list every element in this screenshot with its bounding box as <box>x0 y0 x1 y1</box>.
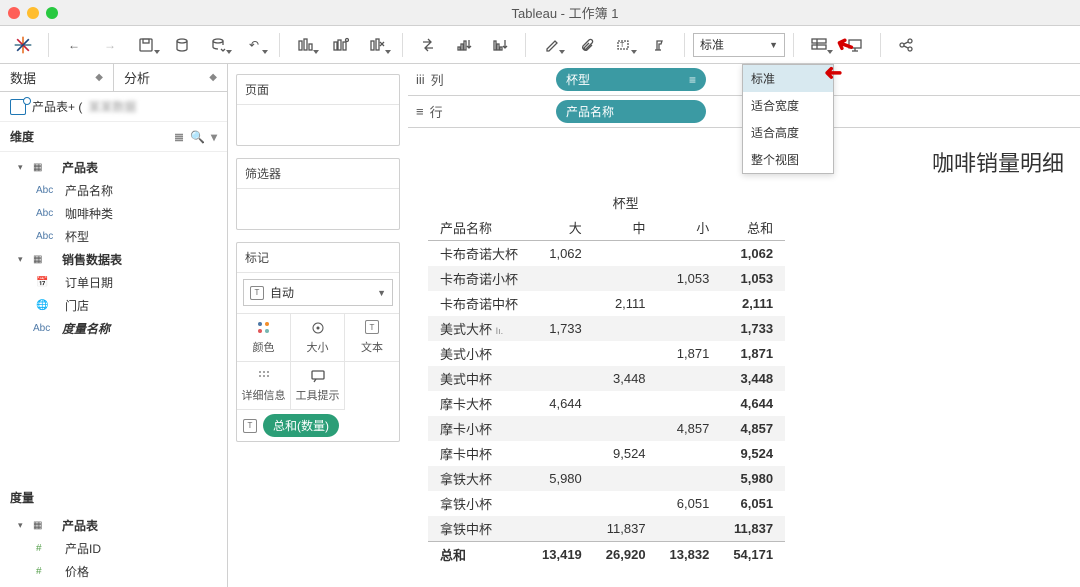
mark-cell-大小[interactable]: 大小 <box>291 314 345 362</box>
rows-icon: ≡ <box>416 104 424 119</box>
pages-card: 页面 <box>236 74 400 146</box>
fit-selector[interactable]: 标准 ▼ <box>693 33 785 57</box>
svg-text:T: T <box>620 42 625 49</box>
tree-item[interactable]: ▾▦销售数据表 <box>4 248 223 271</box>
rows-pill-label: 产品名称 <box>566 103 614 120</box>
rows-label: 行 <box>430 102 443 121</box>
tree-item[interactable]: Abc咖啡种类 <box>4 202 223 225</box>
mark-type-selector[interactable]: T 自动 ▼ <box>243 279 393 306</box>
tree-item[interactable]: ▾▦产品表 <box>4 156 223 179</box>
chevron-down-icon: ▼ <box>377 288 386 298</box>
measures-label: 度量 <box>0 485 227 510</box>
window-title: Tableau - 工作簿 1 <box>58 3 1072 22</box>
mark-cell-颜色[interactable]: 颜色 <box>237 314 291 362</box>
tab-data[interactable]: 数据 ◆ <box>0 64 113 91</box>
marks-pill-label: 总和(数量) <box>273 417 329 434</box>
tab-drill-icon: ◆ <box>95 72 103 83</box>
columns-label: 列 <box>431 70 444 89</box>
viz-title: 咖啡销量明细 <box>932 146 1064 178</box>
save-button[interactable] <box>129 31 163 59</box>
tree-item[interactable]: 📅订单日期 <box>4 271 223 294</box>
format-button[interactable] <box>642 31 676 59</box>
mark-cell-详细信息[interactable]: 详细信息 <box>237 362 291 410</box>
show-me-button[interactable] <box>802 31 836 59</box>
filters-card: 筛选器 <box>236 158 400 230</box>
clear-sheet-button[interactable] <box>360 31 394 59</box>
tree-item[interactable]: Abc度量名称 <box>4 317 223 340</box>
pages-card-title: 页面 <box>237 75 399 105</box>
marks-card: 标记 T 自动 ▼ 颜色大小T文本详细信息工具提示 T 总和(数量) <box>236 242 400 442</box>
marks-card-title: 标记 <box>237 243 399 273</box>
tree-item[interactable]: 🌐门店 <box>4 294 223 317</box>
tab-drill-icon: ◆ <box>209 72 217 83</box>
dimensions-tree: ▾▦产品表Abc产品名称Abc咖啡种类Abc杯型▾▦销售数据表📅订单日期🌐门店A… <box>0 152 227 467</box>
duplicate-sheet-button[interactable] <box>324 31 358 59</box>
maximize-icon[interactable] <box>46 7 58 19</box>
measures-tree: ▾▦产品表#产品ID#价格 <box>0 510 227 587</box>
undo-button[interactable]: ↶ <box>237 31 271 59</box>
fit-option-entire[interactable]: 整个视图 <box>743 146 833 173</box>
tree-item[interactable]: Abc杯型 <box>4 225 223 248</box>
label-button[interactable]: T <box>606 31 640 59</box>
tab-data-label: 数据 <box>10 68 36 87</box>
view-list-icon[interactable]: ≣ <box>174 130 184 144</box>
dimensions-label: 维度 <box>10 128 34 145</box>
minimize-icon[interactable] <box>27 7 39 19</box>
crosstab-table: 杯型产品名称大中小总和卡布奇诺大杯1,0621,062卡布奇诺小杯1,0531,… <box>428 190 785 567</box>
swap-button[interactable] <box>411 31 445 59</box>
sort-desc-button[interactable] <box>483 31 517 59</box>
filters-card-title: 筛选器 <box>237 159 399 189</box>
columns-icon: iii <box>416 72 425 87</box>
fit-dropdown-menu: 标准 适合宽度 适合高度 整个视图 <box>742 64 834 174</box>
chevron-down-icon: ▼ <box>769 40 778 50</box>
fit-option-fitheight[interactable]: 适合高度 <box>743 119 833 146</box>
annotation-arrow-icon: ➜ <box>824 60 842 86</box>
share-button[interactable] <box>889 31 923 59</box>
refresh-button[interactable] <box>201 31 235 59</box>
side-panel: 数据◆ 分析◆ 产品表+ ( 某某数据 维度 ≣ 🔍 ▾ ▾▦产品表Abc产品名… <box>0 64 228 587</box>
fit-option-fitwidth[interactable]: 适合宽度 <box>743 92 833 119</box>
datasource-icon <box>10 99 26 115</box>
mark-type-label: 自动 <box>270 284 294 301</box>
tableau-logo[interactable] <box>6 31 40 59</box>
text-icon: T <box>250 286 264 300</box>
columns-pill[interactable]: 杯型 ≡ <box>556 68 706 91</box>
tree-item[interactable]: Abc产品名称 <box>4 179 223 202</box>
text-icon: T <box>243 419 257 433</box>
rows-pill[interactable]: 产品名称 <box>556 100 706 123</box>
datasource-label: 产品表+ ( <box>32 98 82 115</box>
columns-pill-label: 杯型 <box>566 71 590 88</box>
cards-panel: 页面 筛选器 标记 T 自动 ▼ 颜色大小T文本详细信息工具提示 T 总和(数量) <box>228 64 408 587</box>
forward-button[interactable]: → <box>93 31 127 59</box>
sort-icon: ≡ <box>689 73 696 87</box>
tree-item[interactable]: ▾▦产品表 <box>4 514 223 537</box>
blurred-text: 某某数据 <box>88 98 136 115</box>
search-icon[interactable]: 🔍 <box>190 130 205 144</box>
tree-item[interactable]: #产品ID <box>4 537 223 560</box>
tab-analysis-label: 分析 <box>124 68 150 87</box>
back-button[interactable]: ← <box>57 31 91 59</box>
marks-pill[interactable]: 总和(数量) <box>263 414 339 437</box>
tree-item[interactable]: #价格 <box>4 560 223 583</box>
viz-canvas[interactable]: 咖啡销量明细 杯型产品名称大中小总和卡布奇诺大杯1,0621,062卡布奇诺小杯… <box>408 128 1080 587</box>
sort-asc-button[interactable] <box>447 31 481 59</box>
close-icon[interactable] <box>8 7 20 19</box>
new-sheet-button[interactable] <box>288 31 322 59</box>
attach-button[interactable] <box>570 31 604 59</box>
menu-icon[interactable]: ▾ <box>211 130 217 144</box>
mark-cell-工具提示[interactable]: 工具提示 <box>291 362 345 410</box>
marks-grid: 颜色大小T文本详细信息工具提示 <box>237 313 399 410</box>
fit-option-standard[interactable]: 标准 <box>743 65 833 92</box>
tab-analysis[interactable]: 分析 ◆ <box>113 64 227 91</box>
fit-current-label: 标准 <box>700 36 724 53</box>
mark-cell-文本[interactable]: T文本 <box>345 314 399 362</box>
datasource-item[interactable]: 产品表+ ( 某某数据 <box>0 92 227 122</box>
titlebar: Tableau - 工作簿 1 <box>0 0 1080 26</box>
new-datasource-button[interactable] <box>165 31 199 59</box>
toolbar: ← → ↶ T 标准 ▼ <box>0 26 1080 64</box>
highlight-button[interactable] <box>534 31 568 59</box>
